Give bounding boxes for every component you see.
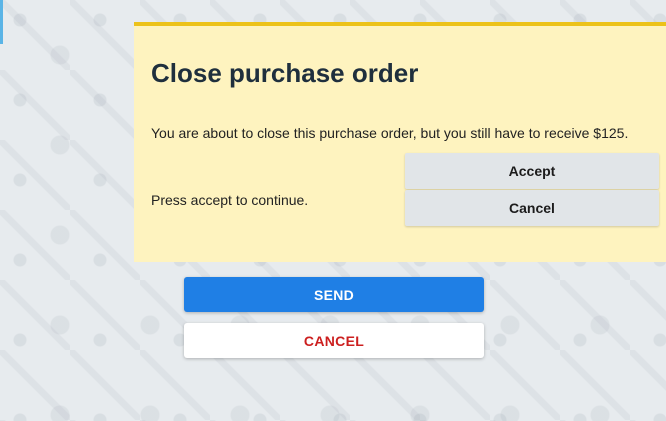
dialog-message: You are about to close this purchase ord…: [151, 125, 629, 141]
cancel-button[interactable]: CANCEL: [184, 323, 484, 358]
close-purchase-order-dialog: Close purchase order You are about to cl…: [134, 22, 666, 262]
dialog-title: Close purchase order: [151, 58, 419, 88]
dialog-cancel-button[interactable]: Cancel: [405, 190, 659, 226]
left-edge-accent: [0, 0, 3, 44]
dialog-hint: Press accept to continue.: [151, 192, 309, 208]
accept-button[interactable]: Accept: [405, 153, 659, 189]
send-button[interactable]: SEND: [184, 277, 484, 312]
